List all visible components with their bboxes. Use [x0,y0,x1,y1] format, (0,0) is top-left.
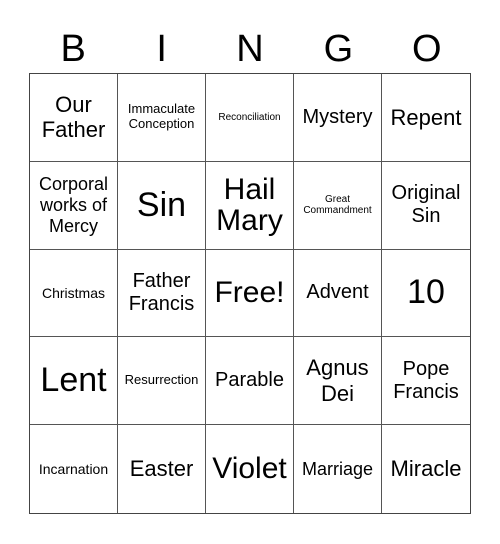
bingo-cell[interactable]: Easter [118,425,206,513]
bingo-cell[interactable]: Miracle [382,425,470,513]
bingo-cell[interactable]: Our Father [30,74,118,162]
bingo-cell[interactable]: Parable [206,337,294,426]
bingo-cell[interactable]: Advent [294,249,382,338]
bingo-cell[interactable]: Original Sin [382,162,470,250]
bingo-cell[interactable]: Violet [206,425,294,513]
header-letter-g: G [323,28,354,70]
bingo-cell[interactable]: Immaculate Conception [118,74,206,162]
bingo-cell[interactable]: Lent [30,337,118,426]
header-letter-n: N [236,28,264,70]
bingo-cell[interactable]: Great Commandment [294,161,382,250]
bingo-cell[interactable]: Sin [118,161,206,250]
bingo-cell[interactable]: Repent [382,74,470,162]
bingo-cell[interactable]: Agnus Dei [294,337,382,426]
header-letter-i: I [156,28,167,70]
bingo-cell[interactable]: Resurrection [118,337,206,426]
bingo-cell[interactable]: Mystery [294,74,382,162]
bingo-cell[interactable]: Hail Mary [206,161,294,250]
bingo-cell[interactable]: Pope Francis [382,337,470,426]
bingo-header: B I N G O [29,26,471,72]
header-letter-o: O [412,28,442,70]
bingo-cell[interactable]: 10 [382,250,470,338]
bingo-cell[interactable]: Reconciliation [206,74,294,162]
bingo-cell[interactable]: Christmas [30,249,118,338]
bingo-cell[interactable]: Incarnation [30,425,118,513]
free-space-cell[interactable]: Free! [206,249,294,338]
bingo-cell[interactable]: Father Francis [118,249,206,338]
bingo-cell[interactable]: Corporal works of Mercy [30,161,118,250]
bingo-grid: Our Father Immaculate Conception Reconci… [29,73,471,514]
header-letter-b: B [60,28,86,70]
bingo-cell[interactable]: Marriage [294,425,382,513]
